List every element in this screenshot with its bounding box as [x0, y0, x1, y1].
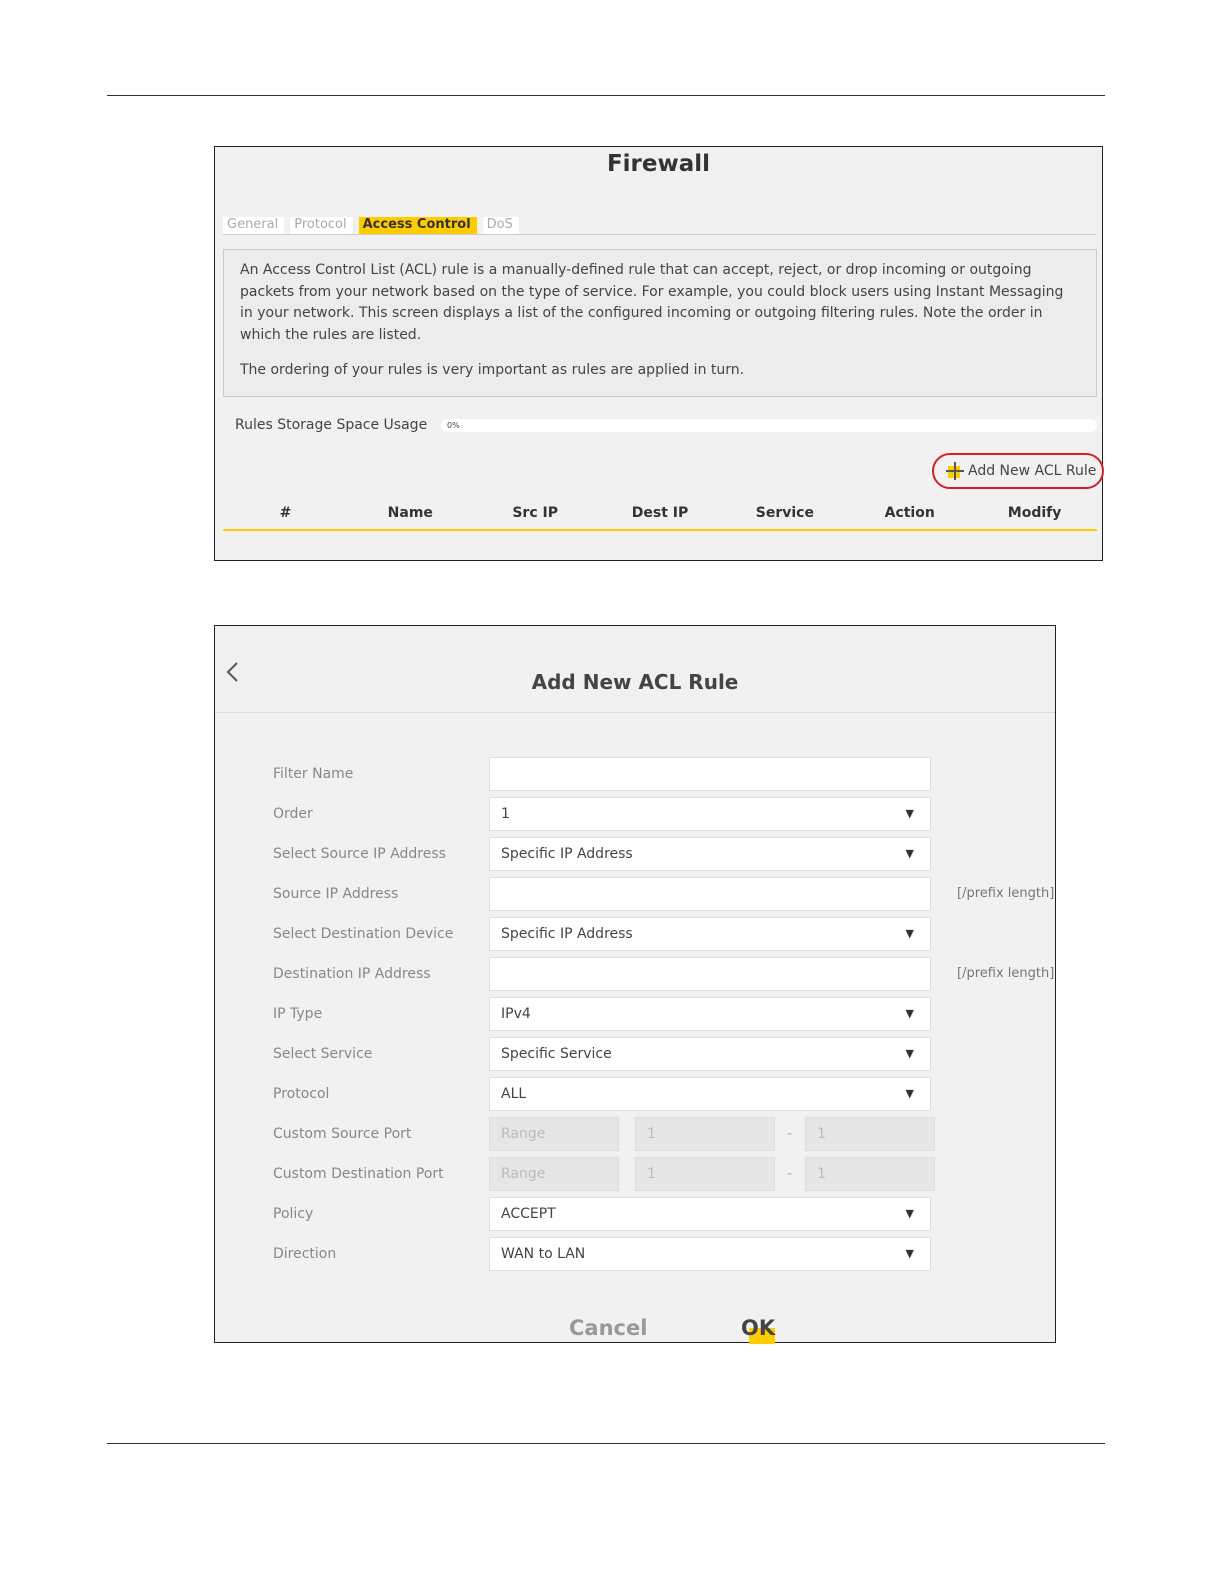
- row-source-ip: Source IP Address [/prefix length]: [215, 877, 1055, 911]
- firewall-tabs: General Protocol Access Control DoS: [223, 217, 525, 235]
- row-protocol: Protocol ALL ▼: [215, 1077, 1055, 1111]
- firewall-panel: Firewall General Protocol Access Control…: [214, 146, 1104, 561]
- plus-icon: [946, 462, 964, 480]
- add-new-acl-rule-button[interactable]: Add New ACL Rule: [932, 453, 1104, 489]
- select-service-value: Specific Service: [501, 1046, 612, 1062]
- row-filter-name: Filter Name: [215, 757, 1055, 791]
- add-acl-rule-panel: Add New ACL Rule Filter Name Order 1 ▼ S…: [214, 625, 1056, 1344]
- port-range-dash: -: [787, 1166, 793, 1182]
- row-direction: Direction WAN to LAN ▼: [215, 1237, 1055, 1271]
- row-ip-type: IP Type IPv4 ▼: [215, 997, 1055, 1031]
- column-service: Service: [755, 505, 814, 521]
- firewall-title: Firewall: [606, 151, 711, 177]
- row-policy: Policy ACCEPT ▼: [215, 1197, 1055, 1231]
- select-source-select[interactable]: Specific IP Address ▼: [489, 837, 931, 871]
- ok-label: OK: [741, 1316, 776, 1340]
- dropdown-caret-icon: ▼: [905, 847, 914, 860]
- row-destination-ip: Destination IP Address [/prefix length]: [215, 957, 1055, 991]
- protocol-value: ALL: [501, 1086, 527, 1102]
- direction-label: Direction: [273, 1246, 337, 1262]
- custom-destination-port-label: Custom Destination Port: [273, 1166, 444, 1182]
- storage-usage-percent: 0%: [447, 421, 460, 430]
- source-ip-label: Source IP Address: [273, 886, 399, 902]
- row-select-service: Select Service Specific Service ▼: [215, 1037, 1055, 1071]
- protocol-select[interactable]: ALL ▼: [489, 1077, 931, 1111]
- column-action: Action: [884, 505, 935, 521]
- row-select-destination: Select Destination Device Specific IP Ad…: [215, 917, 1055, 951]
- column-dest-ip: Dest IP: [631, 505, 689, 521]
- header-divider: [215, 712, 1055, 713]
- destination-port-range-select[interactable]: Range: [489, 1157, 619, 1191]
- source-ip-input[interactable]: [489, 877, 931, 911]
- destination-port-start-input[interactable]: 1: [635, 1157, 775, 1191]
- select-service-select[interactable]: Specific Service ▼: [489, 1037, 931, 1071]
- policy-select[interactable]: ACCEPT ▼: [489, 1197, 931, 1231]
- tab-access-control[interactable]: Access Control: [358, 217, 477, 235]
- dropdown-caret-icon: ▼: [905, 1047, 914, 1060]
- select-destination-select[interactable]: Specific IP Address ▼: [489, 917, 931, 951]
- ip-type-value: IPv4: [501, 1006, 531, 1022]
- ip-type-label: IP Type: [273, 1006, 323, 1022]
- destination-ip-label: Destination IP Address: [273, 966, 431, 982]
- add-new-acl-rule-label: Add New ACL Rule: [968, 463, 1097, 479]
- dropdown-caret-icon: ▼: [905, 807, 914, 820]
- storage-usage-label: Rules Storage Space Usage: [235, 417, 428, 433]
- dropdown-caret-icon: ▼: [905, 1007, 914, 1020]
- rules-table-header: # Name Src IP Dest IP Service Action Mod…: [223, 503, 1097, 531]
- dropdown-caret-icon: ▼: [905, 1087, 914, 1100]
- order-value: 1: [501, 806, 510, 822]
- add-acl-rule-title: Add New ACL Rule: [531, 670, 739, 694]
- filter-name-label: Filter Name: [273, 766, 354, 782]
- column-name: Name: [387, 505, 433, 521]
- page-top-rule: [107, 95, 1105, 96]
- row-select-source: Select Source IP Address Specific IP Add…: [215, 837, 1055, 871]
- tab-dos[interactable]: DoS: [482, 217, 519, 235]
- ip-type-select[interactable]: IPv4 ▼: [489, 997, 931, 1031]
- ok-button[interactable]: OK: [741, 1316, 781, 1344]
- column-modify: Modify: [1007, 505, 1062, 521]
- storage-usage-bar: 0%: [441, 419, 1097, 432]
- port-range-dash: -: [787, 1126, 793, 1142]
- column-src-ip: Src IP: [512, 505, 558, 521]
- select-destination-value: Specific IP Address: [501, 926, 633, 942]
- direction-value: WAN to LAN: [501, 1246, 586, 1262]
- page-bottom-rule: [107, 1443, 1105, 1444]
- destination-port-end-input[interactable]: 1: [805, 1157, 935, 1191]
- order-label: Order: [273, 806, 313, 822]
- destination-ip-input[interactable]: [489, 957, 931, 991]
- column-number: #: [279, 505, 292, 521]
- row-order: Order 1 ▼: [215, 797, 1055, 831]
- filter-name-input[interactable]: [489, 757, 931, 791]
- order-select[interactable]: 1 ▼: [489, 797, 931, 831]
- cancel-button[interactable]: Cancel: [569, 1316, 647, 1340]
- policy-value: ACCEPT: [501, 1206, 556, 1222]
- description-paragraph: The ordering of your rules is very impor…: [240, 362, 745, 378]
- source-port-range-select[interactable]: Range: [489, 1117, 619, 1151]
- policy-label: Policy: [273, 1206, 314, 1222]
- destination-prefix-hint: [/prefix length]: [957, 966, 1055, 981]
- select-source-value: Specific IP Address: [501, 846, 633, 862]
- select-destination-label: Select Destination Device: [273, 926, 454, 942]
- select-service-label: Select Service: [273, 1046, 373, 1062]
- custom-source-port-label: Custom Source Port: [273, 1126, 412, 1142]
- row-custom-source-port: Custom Source Port Range 1 - 1: [215, 1117, 1055, 1151]
- tab-divider: [223, 234, 1096, 235]
- dropdown-caret-icon: ▼: [905, 927, 914, 940]
- direction-select[interactable]: WAN to LAN ▼: [489, 1237, 931, 1271]
- row-custom-destination-port: Custom Destination Port Range 1 - 1: [215, 1157, 1055, 1191]
- tab-protocol[interactable]: Protocol: [290, 217, 353, 235]
- protocol-label: Protocol: [273, 1086, 330, 1102]
- tab-general[interactable]: General: [223, 217, 285, 235]
- acl-description: An Access Control List (ACL) rule is a m…: [223, 249, 1097, 397]
- source-port-start-input[interactable]: 1: [635, 1117, 775, 1151]
- source-prefix-hint: [/prefix length]: [957, 886, 1055, 901]
- source-port-end-input[interactable]: 1: [805, 1117, 935, 1151]
- dropdown-caret-icon: ▼: [905, 1207, 914, 1220]
- description-paragraph: An Access Control List (ACL) rule is a m…: [240, 262, 1064, 343]
- dropdown-caret-icon: ▼: [905, 1247, 914, 1260]
- select-source-label: Select Source IP Address: [273, 846, 446, 862]
